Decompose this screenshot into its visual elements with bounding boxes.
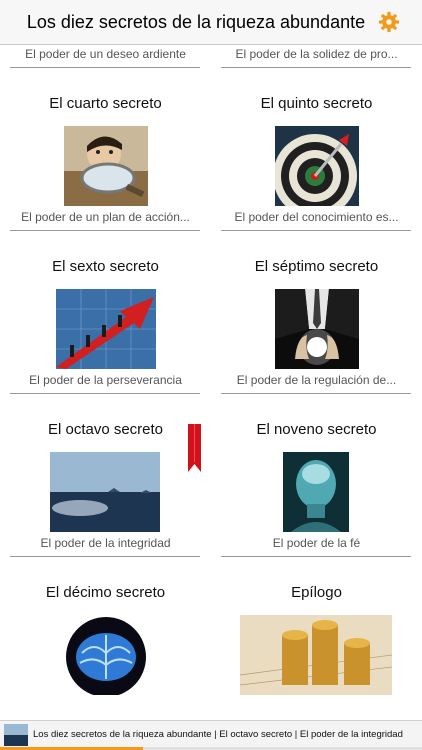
blue-brain-thumbnail: [64, 615, 148, 695]
secret-card[interactable]: El poder de un deseo ardiente: [0, 45, 211, 90]
navigation-bar: Los diez secretos de la riqueza abundant…: [0, 0, 422, 45]
secret-subtitle: El poder de la solidez de pro...: [235, 47, 398, 61]
secret-subtitle: El poder de un plan de acción...: [21, 210, 190, 224]
secret-title: El décimo secreto: [45, 584, 166, 601]
secret-title: El quinto secreto: [260, 95, 373, 112]
secret-card[interactable]: Epílogo: [211, 579, 422, 720]
secret-subtitle: El poder de la integridad: [40, 536, 171, 550]
secret-card[interactable]: El séptimo secreto El poder de la regula…: [211, 253, 422, 416]
secret-subtitle: El poder de un deseo ardiente: [25, 47, 186, 61]
secret-subtitle: El poder de la fé: [272, 536, 361, 550]
secret-title: El séptimo secreto: [254, 258, 379, 275]
secret-card[interactable]: El noveno secreto El poder de la fé: [211, 416, 422, 579]
secret-card[interactable]: El sexto secreto El poder de la persever…: [0, 253, 211, 416]
secret-card[interactable]: El décimo secreto: [0, 579, 211, 720]
climbing-arrow-chart-thumbnail: [56, 289, 156, 369]
divider: [10, 67, 200, 68]
secret-card[interactable]: El poder de la solidez de pro...: [211, 45, 422, 90]
glowing-head-thumbnail: [283, 452, 349, 532]
secret-subtitle: El poder de la perseverancia: [29, 373, 182, 387]
divider: [221, 556, 411, 557]
secret-title: El octavo secreto: [47, 421, 164, 438]
sea-horizon-thumbnail: [4, 724, 28, 746]
child-with-magnifier-thumbnail: [64, 126, 148, 206]
divider: [10, 230, 200, 231]
secret-title: Epílogo: [291, 584, 342, 601]
divider: [10, 393, 200, 394]
now-playing-bar[interactable]: Los diez secretos de la riqueza abundant…: [0, 720, 422, 750]
hands-with-glowing-light-thumbnail: [275, 289, 359, 369]
secret-card[interactable]: El cuarto secreto El poder de un plan de…: [0, 90, 211, 253]
gold-coins-thumbnail: [240, 615, 392, 695]
secret-title: El noveno secreto: [256, 421, 377, 438]
divider: [221, 393, 411, 394]
secret-subtitle: [4, 697, 207, 715]
dart-on-target-thumbnail: [275, 126, 359, 206]
divider: [221, 230, 411, 231]
bookmark-ribbon-icon[interactable]: [188, 424, 201, 472]
secret-card[interactable]: El quinto secreto El poder del conocimie…: [211, 90, 422, 253]
page-title: Los diez secretos de la riqueza abundant…: [26, 12, 366, 32]
divider: [221, 67, 411, 68]
secret-subtitle: [215, 697, 418, 715]
secret-card[interactable]: El octavo secreto El poder de la integri…: [0, 416, 211, 579]
secret-subtitle: El poder de la regulación de...: [236, 373, 397, 387]
gear-icon[interactable]: [378, 11, 400, 33]
secret-title: El cuarto secreto: [49, 95, 162, 112]
secret-subtitle: El poder del conocimiento es...: [234, 210, 399, 224]
now-playing-text: Los diez secretos de la riqueza abundant…: [33, 729, 403, 740]
sea-horizon-thumbnail: [50, 452, 160, 532]
secrets-grid: El poder de un deseo ardiente El poder d…: [0, 45, 422, 720]
secret-title: El sexto secreto: [52, 258, 159, 275]
divider: [10, 556, 200, 557]
